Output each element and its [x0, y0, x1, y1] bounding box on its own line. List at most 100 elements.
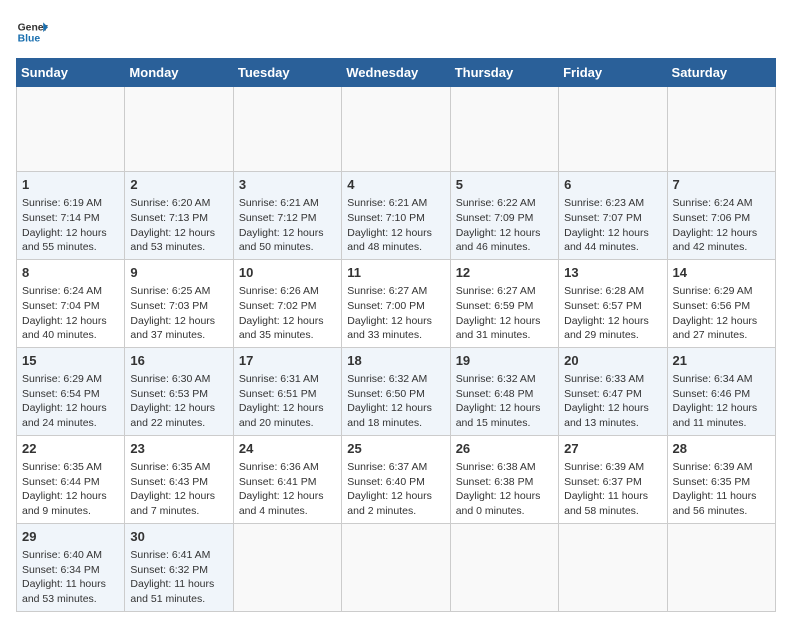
- calendar-cell: 5 Sunrise: 6:22 AM Sunset: 7:09 PM Dayli…: [450, 172, 558, 260]
- calendar-cell: [233, 523, 341, 611]
- daylight-label: Daylight: 12 hours and 4 minutes.: [239, 490, 324, 517]
- sunrise-label: Sunrise: 6:35 AM: [130, 461, 210, 473]
- calendar-cell: 1 Sunrise: 6:19 AM Sunset: 7:14 PM Dayli…: [17, 172, 125, 260]
- sunrise-label: Sunrise: 6:34 AM: [673, 373, 753, 385]
- sunrise-label: Sunrise: 6:35 AM: [22, 461, 102, 473]
- calendar-cell: 20 Sunrise: 6:33 AM Sunset: 6:47 PM Dayl…: [559, 347, 667, 435]
- logo: General Blue: [16, 16, 48, 48]
- sunset-label: Sunset: 6:56 PM: [673, 300, 751, 312]
- calendar-cell: [450, 87, 558, 172]
- calendar-week-row: 8 Sunrise: 6:24 AM Sunset: 7:04 PM Dayli…: [17, 259, 776, 347]
- sunset-label: Sunset: 7:10 PM: [347, 212, 425, 224]
- daylight-label: Daylight: 12 hours and 29 minutes.: [564, 315, 649, 342]
- logo-icon: General Blue: [16, 16, 48, 48]
- sunset-label: Sunset: 7:07 PM: [564, 212, 642, 224]
- sunset-label: Sunset: 7:12 PM: [239, 212, 317, 224]
- daylight-label: Daylight: 12 hours and 11 minutes.: [673, 402, 758, 429]
- day-number: 12: [456, 264, 553, 282]
- daylight-label: Daylight: 12 hours and 33 minutes.: [347, 315, 432, 342]
- col-thursday: Thursday: [450, 59, 558, 87]
- day-number: 21: [673, 352, 770, 370]
- day-number: 9: [130, 264, 227, 282]
- calendar-cell: 11 Sunrise: 6:27 AM Sunset: 7:00 PM Dayl…: [342, 259, 450, 347]
- calendar-week-row: 15 Sunrise: 6:29 AM Sunset: 6:54 PM Dayl…: [17, 347, 776, 435]
- calendar-cell: 25 Sunrise: 6:37 AM Sunset: 6:40 PM Dayl…: [342, 435, 450, 523]
- sunset-label: Sunset: 6:32 PM: [130, 564, 208, 576]
- calendar-cell: [342, 523, 450, 611]
- daylight-label: Daylight: 12 hours and 40 minutes.: [22, 315, 107, 342]
- calendar-cell: [17, 87, 125, 172]
- day-number: 5: [456, 176, 553, 194]
- sunset-label: Sunset: 6:47 PM: [564, 388, 642, 400]
- sunrise-label: Sunrise: 6:19 AM: [22, 197, 102, 209]
- day-number: 1: [22, 176, 119, 194]
- sunset-label: Sunset: 7:13 PM: [130, 212, 208, 224]
- calendar-cell: [667, 87, 775, 172]
- day-number: 24: [239, 440, 336, 458]
- sunrise-label: Sunrise: 6:29 AM: [673, 285, 753, 297]
- daylight-label: Daylight: 11 hours and 58 minutes.: [564, 490, 648, 517]
- sunset-label: Sunset: 6:50 PM: [347, 388, 425, 400]
- sunrise-label: Sunrise: 6:41 AM: [130, 549, 210, 561]
- sunrise-label: Sunrise: 6:32 AM: [347, 373, 427, 385]
- calendar-cell: 27 Sunrise: 6:39 AM Sunset: 6:37 PM Dayl…: [559, 435, 667, 523]
- sunset-label: Sunset: 7:03 PM: [130, 300, 208, 312]
- day-number: 22: [22, 440, 119, 458]
- calendar-cell: [233, 87, 341, 172]
- sunset-label: Sunset: 6:51 PM: [239, 388, 317, 400]
- day-number: 30: [130, 528, 227, 546]
- sunset-label: Sunset: 7:14 PM: [22, 212, 100, 224]
- sunrise-label: Sunrise: 6:22 AM: [456, 197, 536, 209]
- sunset-label: Sunset: 6:43 PM: [130, 476, 208, 488]
- calendar-cell: 23 Sunrise: 6:35 AM Sunset: 6:43 PM Dayl…: [125, 435, 233, 523]
- sunrise-label: Sunrise: 6:36 AM: [239, 461, 319, 473]
- sunset-label: Sunset: 6:35 PM: [673, 476, 751, 488]
- sunset-label: Sunset: 7:02 PM: [239, 300, 317, 312]
- calendar-cell: 26 Sunrise: 6:38 AM Sunset: 6:38 PM Dayl…: [450, 435, 558, 523]
- calendar-cell: 24 Sunrise: 6:36 AM Sunset: 6:41 PM Dayl…: [233, 435, 341, 523]
- calendar-cell: 12 Sunrise: 6:27 AM Sunset: 6:59 PM Dayl…: [450, 259, 558, 347]
- sunrise-label: Sunrise: 6:23 AM: [564, 197, 644, 209]
- daylight-label: Daylight: 12 hours and 44 minutes.: [564, 227, 649, 254]
- sunrise-label: Sunrise: 6:39 AM: [564, 461, 644, 473]
- col-sunday: Sunday: [17, 59, 125, 87]
- day-number: 4: [347, 176, 444, 194]
- calendar-header: Sunday Monday Tuesday Wednesday Thursday…: [17, 59, 776, 87]
- calendar-cell: [559, 523, 667, 611]
- daylight-label: Daylight: 12 hours and 31 minutes.: [456, 315, 541, 342]
- calendar-cell: 30 Sunrise: 6:41 AM Sunset: 6:32 PM Dayl…: [125, 523, 233, 611]
- day-number: 11: [347, 264, 444, 282]
- sunrise-label: Sunrise: 6:24 AM: [22, 285, 102, 297]
- calendar-cell: 16 Sunrise: 6:30 AM Sunset: 6:53 PM Dayl…: [125, 347, 233, 435]
- calendar-cell: [125, 87, 233, 172]
- daylight-label: Daylight: 12 hours and 55 minutes.: [22, 227, 107, 254]
- day-number: 23: [130, 440, 227, 458]
- day-number: 8: [22, 264, 119, 282]
- calendar-body: 1 Sunrise: 6:19 AM Sunset: 7:14 PM Dayli…: [17, 87, 776, 612]
- sunrise-label: Sunrise: 6:24 AM: [673, 197, 753, 209]
- sunset-label: Sunset: 7:06 PM: [673, 212, 751, 224]
- daylight-label: Daylight: 12 hours and 18 minutes.: [347, 402, 432, 429]
- sunrise-label: Sunrise: 6:31 AM: [239, 373, 319, 385]
- daylight-label: Daylight: 12 hours and 15 minutes.: [456, 402, 541, 429]
- sunrise-label: Sunrise: 6:20 AM: [130, 197, 210, 209]
- day-number: 10: [239, 264, 336, 282]
- calendar-table: Sunday Monday Tuesday Wednesday Thursday…: [16, 58, 776, 612]
- daylight-label: Daylight: 12 hours and 9 minutes.: [22, 490, 107, 517]
- calendar-cell: 10 Sunrise: 6:26 AM Sunset: 7:02 PM Dayl…: [233, 259, 341, 347]
- sunset-label: Sunset: 6:48 PM: [456, 388, 534, 400]
- sunset-label: Sunset: 6:38 PM: [456, 476, 534, 488]
- calendar-week-row: 29 Sunrise: 6:40 AM Sunset: 6:34 PM Dayl…: [17, 523, 776, 611]
- sunrise-label: Sunrise: 6:33 AM: [564, 373, 644, 385]
- sunset-label: Sunset: 6:46 PM: [673, 388, 751, 400]
- calendar-cell: [450, 523, 558, 611]
- daylight-label: Daylight: 12 hours and 13 minutes.: [564, 402, 649, 429]
- sunrise-label: Sunrise: 6:37 AM: [347, 461, 427, 473]
- calendar-cell: 4 Sunrise: 6:21 AM Sunset: 7:10 PM Dayli…: [342, 172, 450, 260]
- sunrise-label: Sunrise: 6:39 AM: [673, 461, 753, 473]
- daylight-label: Daylight: 12 hours and 35 minutes.: [239, 315, 324, 342]
- calendar-cell: 14 Sunrise: 6:29 AM Sunset: 6:56 PM Dayl…: [667, 259, 775, 347]
- page-header: General Blue: [16, 16, 776, 48]
- day-number: 14: [673, 264, 770, 282]
- calendar-cell: 22 Sunrise: 6:35 AM Sunset: 6:44 PM Dayl…: [17, 435, 125, 523]
